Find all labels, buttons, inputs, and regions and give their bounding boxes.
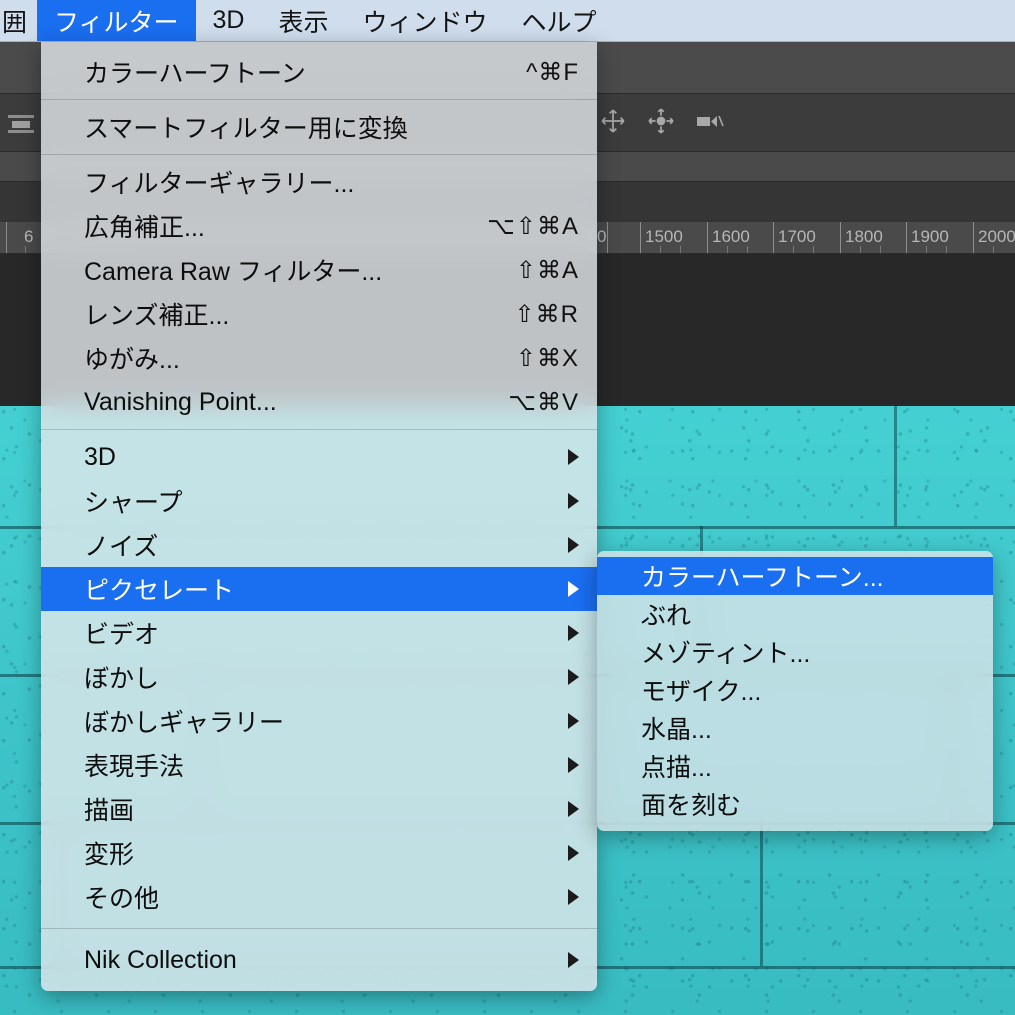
menu-item-stylize[interactable]: 表現手法 bbox=[41, 743, 597, 787]
menu-item-label: 3D bbox=[84, 442, 116, 471]
menu-item-render[interactable]: 描画 bbox=[41, 787, 597, 831]
chevron-right-icon bbox=[568, 713, 579, 729]
menu-item-shortcut: ^⌘F bbox=[526, 58, 579, 86]
menu-item-nik-collection[interactable]: Nik Collection bbox=[41, 938, 597, 982]
submenu-item-facet[interactable]: 面を刻む bbox=[597, 785, 993, 823]
menu-item-adaptive-wide-angle[interactable]: 広角補正... ⌥⇧⌘A bbox=[41, 204, 597, 248]
menu-item-label: Vanishing Point... bbox=[84, 387, 277, 416]
menu-item-shortcut: ⌥⌘V bbox=[508, 388, 579, 416]
menu-item-label: シャープ bbox=[84, 489, 183, 517]
ruler-label: 6 bbox=[24, 227, 34, 246]
menubar-item-select[interactable]: 囲 bbox=[0, 0, 37, 41]
submenu-item-crystallize[interactable]: 水晶... bbox=[597, 709, 993, 747]
chevron-right-icon bbox=[568, 952, 579, 968]
menu-item-distort[interactable]: 変形 bbox=[41, 831, 597, 875]
menu-item-label: 広角補正... bbox=[84, 214, 205, 242]
menu-item-label: Nik Collection bbox=[84, 945, 237, 974]
menu-item-label: フィルターギャラリー... bbox=[84, 170, 355, 198]
menu-item-label: ゆがみ... bbox=[84, 346, 180, 374]
menu-item-shortcut: ⇧⌘R bbox=[514, 300, 579, 328]
menu-item-label: ピクセレート bbox=[84, 577, 235, 605]
menu-item-label: ぼかしギャラリー bbox=[84, 709, 285, 737]
menu-separator bbox=[41, 99, 597, 100]
menubar-item-3d[interactable]: 3D bbox=[196, 0, 262, 41]
ruler-label: 1500 bbox=[645, 227, 683, 246]
menu-item-camera-raw-filter[interactable]: Camera Raw フィルター... ⇧⌘A bbox=[41, 248, 597, 292]
ruler-label: 1700 bbox=[778, 227, 816, 246]
ruler-label: 1900 bbox=[911, 227, 949, 246]
menu-item-shortcut: ⇧⌘X bbox=[515, 344, 579, 372]
menubar-item-filter[interactable]: フィルター bbox=[37, 0, 196, 41]
video-mute-icon[interactable] bbox=[696, 110, 726, 132]
menu-separator bbox=[41, 928, 597, 929]
menu-item-noise[interactable]: ノイズ bbox=[41, 523, 597, 567]
chevron-right-icon bbox=[568, 845, 579, 861]
pixelate-submenu[interactable]: カラーハーフトーン... ぶれ メゾティント... モザイク... 水晶... … bbox=[597, 551, 993, 831]
menu-item-label: 水晶... bbox=[641, 716, 712, 744]
menu-item-shortcut: ⌥⇧⌘A bbox=[487, 212, 579, 240]
ruler-label: 1600 bbox=[712, 227, 750, 246]
chevron-right-icon bbox=[568, 625, 579, 641]
submenu-item-mosaic[interactable]: モザイク... bbox=[597, 671, 993, 709]
menu-item-label: 表現手法 bbox=[84, 753, 185, 781]
menu-item-filter-gallery[interactable]: フィルターギャラリー... bbox=[41, 160, 597, 204]
menu-item-label: モザイク... bbox=[641, 678, 762, 706]
menu-item-label: 変形 bbox=[84, 841, 135, 869]
menu-item-pixelate[interactable]: ピクセレート bbox=[41, 567, 597, 611]
move-tool-icon[interactable] bbox=[600, 108, 626, 134]
menu-item-label: ぶれ bbox=[641, 602, 692, 630]
menu-item-label: レンズ補正... bbox=[84, 302, 230, 330]
menu-item-label: メゾティント... bbox=[641, 640, 811, 668]
chevron-right-icon bbox=[568, 581, 579, 597]
chevron-right-icon bbox=[568, 669, 579, 685]
submenu-item-pointillize[interactable]: 点描... bbox=[597, 747, 993, 785]
options-icon-group bbox=[600, 108, 726, 134]
submenu-item-fragment[interactable]: ぶれ bbox=[597, 595, 993, 633]
menu-item-other[interactable]: その他 bbox=[41, 875, 597, 919]
ruler-label: 0 bbox=[597, 227, 607, 246]
menu-item-label: Camera Raw フィルター... bbox=[84, 258, 383, 286]
menu-item-label: その他 bbox=[84, 885, 160, 913]
chevron-right-icon bbox=[568, 889, 579, 905]
menu-item-video[interactable]: ビデオ bbox=[41, 611, 597, 655]
menu-item-vanishing-point[interactable]: Vanishing Point... ⌥⌘V bbox=[41, 380, 597, 424]
menubar-item-help[interactable]: ヘルプ bbox=[505, 0, 614, 41]
menubar-item-view[interactable]: 表示 bbox=[262, 0, 346, 41]
menu-item-label: ぼかし bbox=[84, 665, 160, 693]
tool-preset-icon[interactable] bbox=[8, 112, 40, 134]
chevron-right-icon bbox=[568, 493, 579, 509]
mac-menu-bar[interactable]: 囲 フィルター 3D 表示 ウィンドウ ヘルプ bbox=[0, 0, 1015, 42]
transform-tool-icon[interactable] bbox=[648, 108, 674, 134]
ruler-label: 1800 bbox=[845, 227, 883, 246]
menu-item-label: カラーハーフトーン... bbox=[641, 564, 884, 592]
chevron-right-icon bbox=[568, 757, 579, 773]
menu-separator bbox=[41, 154, 597, 155]
menubar-item-window[interactable]: ウィンドウ bbox=[346, 0, 505, 41]
ruler-label: 2000 bbox=[978, 227, 1015, 246]
menu-item-label: ノイズ bbox=[84, 533, 159, 561]
menu-item-3d[interactable]: 3D bbox=[41, 435, 597, 479]
menu-item-label: 面を刻む bbox=[641, 792, 742, 820]
menu-item-label: 描画 bbox=[84, 797, 135, 825]
menu-item-label: カラーハーフトーン bbox=[84, 60, 306, 88]
menu-item-liquify[interactable]: ゆがみ... ⇧⌘X bbox=[41, 336, 597, 380]
menu-item-blur[interactable]: ぼかし bbox=[41, 655, 597, 699]
chevron-right-icon bbox=[568, 449, 579, 465]
menu-item-lens-correction[interactable]: レンズ補正... ⇧⌘R bbox=[41, 292, 597, 336]
menu-item-blur-gallery[interactable]: ぼかしギャラリー bbox=[41, 699, 597, 743]
menu-item-sharpen[interactable]: シャープ bbox=[41, 479, 597, 523]
menu-item-shortcut: ⇧⌘A bbox=[515, 256, 579, 284]
menu-separator bbox=[41, 429, 597, 430]
menu-item-label: ビデオ bbox=[84, 621, 160, 649]
menu-item-convert-for-smart-filters[interactable]: スマートフィルター用に変換 bbox=[41, 105, 597, 149]
submenu-item-mezzotint[interactable]: メゾティント... bbox=[597, 633, 993, 671]
chevron-right-icon bbox=[568, 537, 579, 553]
menu-item-label: 点描... bbox=[641, 754, 712, 782]
submenu-item-color-halftone[interactable]: カラーハーフトーン... bbox=[597, 557, 993, 595]
menu-item-label: スマートフィルター用に変換 bbox=[84, 115, 408, 143]
filter-dropdown-menu[interactable]: カラーハーフトーン ^⌘F スマートフィルター用に変換 フィルターギャラリー..… bbox=[41, 42, 597, 991]
chevron-right-icon bbox=[568, 801, 579, 817]
screen: hotoshop CC 2019 bbox=[0, 0, 1015, 1015]
menu-item-color-halftone-repeat[interactable]: カラーハーフトーン ^⌘F bbox=[41, 50, 597, 94]
